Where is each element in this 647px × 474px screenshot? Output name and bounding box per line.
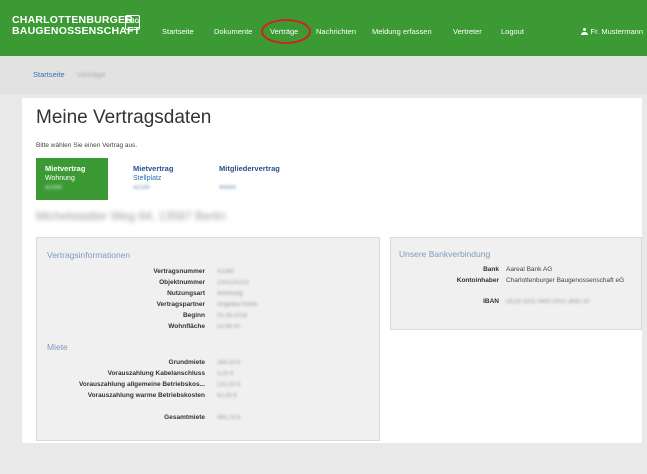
contract-select-hint: Bitte wählen Sie einen Vertrag aus. <box>36 142 138 149</box>
contract-info-heading: Vertragsinformationen <box>47 250 131 260</box>
tab-mietvertrag-stellplatz[interactable]: Mietvertrag Stellplatz 42189 <box>124 158 194 200</box>
nav-logout[interactable]: Logout <box>501 27 524 36</box>
label-iban: IBAN <box>483 298 499 305</box>
contract-address: Michelstadter Weg 64, 13587 Berlin <box>36 209 226 223</box>
value-beginn: 01.08.2016 <box>217 313 248 319</box>
logo-mark-icon: CBG <box>125 15 140 30</box>
page-title: Meine Vertragsdaten <box>36 107 212 128</box>
nav-vertreter[interactable]: Vertreter <box>453 27 482 36</box>
label-grundmiete: Grundmiete <box>168 359 205 366</box>
logo[interactable]: CHARLOTTENBURGER BAUGENOSSENSCHAFT CBG <box>12 15 140 37</box>
value-grundmiete: 284,33 € <box>217 360 241 366</box>
tab-mietvertrag-wohnung[interactable]: Mietvertrag Wohnung 41089 <box>36 158 108 200</box>
label-kabelanschluss: Vorauszahlung Kabelanschluss <box>107 370 205 377</box>
tab-title: Mitgliedervertrag <box>219 164 280 173</box>
value-warme-betriebskosten: 62,00 € <box>217 393 238 399</box>
value-objektnummer: 1051141115 <box>217 280 250 286</box>
value-vertragspartner: Angelika Krebs <box>217 302 258 308</box>
tab-title: Mietvertrag <box>45 164 86 173</box>
nav-startseite[interactable]: Startseite <box>162 27 194 36</box>
logo-line-2: BAUGENOSSENSCHAFT <box>12 25 141 37</box>
breadcrumb: Startseite Verträge <box>0 56 647 94</box>
contract-info-card: Vertragsinformationen Vertragsnummer 410… <box>36 237 380 441</box>
user-icon <box>581 28 589 35</box>
tab-subtitle: Wohnung <box>45 175 75 182</box>
tab-number: 41089 <box>45 185 62 191</box>
tab-subtitle: Stellplatz <box>133 175 162 182</box>
tab-number: 46484 <box>219 185 236 191</box>
label-nutzungsart: Nutzungsart <box>167 290 205 297</box>
value-kabelanschluss: 3,00 € <box>217 371 234 377</box>
label-gesamtmiete: Gesamtmiete <box>164 414 205 421</box>
label-objektnummer: Objektnummer <box>159 279 205 286</box>
label-allgemeine-betriebskosten: Vorauszahlung allgemeine Betriebskos... <box>79 381 205 388</box>
label-beginn: Beginn <box>182 312 205 319</box>
value-nutzungsart: Wohnung <box>217 291 243 297</box>
breadcrumb-home[interactable]: Startseite <box>33 70 65 79</box>
label-warme-betriebskosten: Vorauszahlung warme Betriebskosten <box>87 392 205 399</box>
user-menu[interactable]: Fr. Mustermann <box>581 27 643 36</box>
user-name: Fr. Mustermann <box>590 27 643 36</box>
tab-mitgliedervertrag[interactable]: Mitgliedervertrag 46484 <box>210 158 300 200</box>
nav-nachrichten[interactable]: Nachrichten <box>316 27 356 36</box>
label-wohnflaeche: Wohnfläche <box>168 323 205 330</box>
label-kontoinhaber: Kontoinhaber <box>456 277 499 284</box>
value-allgemeine-betriebskosten: 131,00 € <box>217 382 241 388</box>
value-kontoinhaber: Charlottenburger Baugenossenschaft eG <box>506 277 625 284</box>
top-navigation: CHARLOTTENBURGER BAUGENOSSENSCHAFT CBG S… <box>0 0 647 56</box>
nav-dokumente[interactable]: Dokumente <box>214 27 252 36</box>
nav-meldung-erfassen[interactable]: Meldung erfassen <box>372 27 432 36</box>
label-bank: Bank <box>483 266 499 273</box>
value-gesamtmiete: 480,78 € <box>217 415 241 421</box>
label-vertragsnummer: Vertragsnummer <box>153 268 205 275</box>
rent-heading: Miete <box>47 342 68 352</box>
breadcrumb-current: Verträge <box>77 70 106 79</box>
active-nav-highlight <box>261 19 311 44</box>
tab-number: 42189 <box>133 185 150 191</box>
tab-title: Mietvertrag <box>133 164 174 173</box>
label-vertragspartner: Vertragspartner <box>156 301 205 308</box>
value-iban: DE29 5501 0400 0001 3640 30 <box>506 299 590 305</box>
bank-card: Unsere Bankverbindung Bank Aareal Bank A… <box>390 237 642 330</box>
value-wohnflaeche: 53,48 m² <box>217 324 241 330</box>
bank-heading: Unsere Bankverbindung <box>399 249 491 259</box>
value-bank: Aareal Bank AG <box>506 266 553 273</box>
value-vertragsnummer: 41089 <box>217 269 234 275</box>
